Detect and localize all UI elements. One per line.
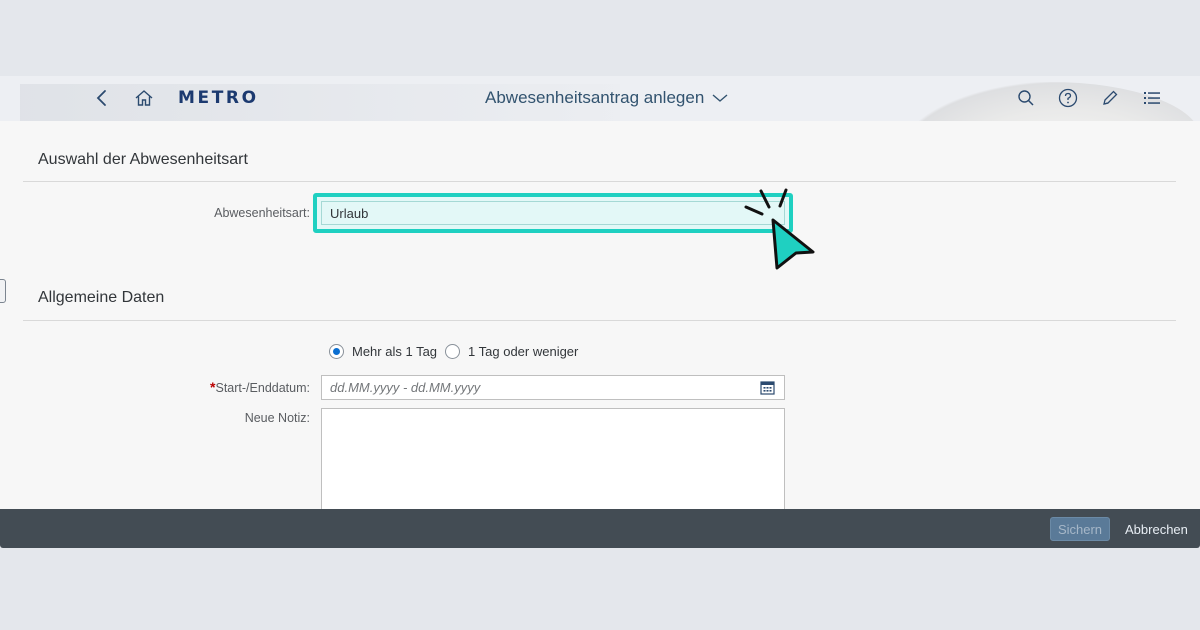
radio-label-one-day-or-less: 1 Tag oder weniger: [468, 344, 579, 359]
metro-logo: METRO: [178, 88, 259, 108]
shell-header: METRO Abwesenheitsantrag anlegen: [0, 76, 1200, 121]
help-icon[interactable]: [1056, 86, 1080, 110]
radio-more-than-one-day[interactable]: [329, 344, 344, 359]
date-range-label-wrap: *Start-/Enddatum:: [150, 379, 310, 395]
pencil-icon[interactable]: [1098, 86, 1122, 110]
duration-radio-group: Mehr als 1 Tag 1 Tag oder weniger: [329, 344, 578, 359]
back-icon[interactable]: [90, 86, 114, 110]
radio-label-more-than-one-day: Mehr als 1 Tag: [352, 344, 438, 359]
search-icon[interactable]: [1014, 86, 1038, 110]
section-divider: [23, 181, 1176, 182]
section-title-general-data: Allgemeine Daten: [38, 289, 165, 306]
section-title-absence-type: Auswahl der Abwesenheitsart: [38, 151, 248, 168]
section-divider: [23, 320, 1176, 321]
app-title: Abwesenheitsantrag anlegen: [485, 88, 705, 107]
cancel-button[interactable]: Abbrechen: [1119, 517, 1194, 541]
absence-type-label: Abwesenheitsart:: [214, 206, 310, 220]
chevron-down-icon: [712, 88, 728, 108]
date-range-label: Start-/Enddatum:: [215, 381, 311, 395]
date-range-placeholder: dd.MM.yyyy - dd.MM.yyyy: [330, 380, 481, 395]
date-range-input[interactable]: dd.MM.yyyy - dd.MM.yyyy: [321, 375, 785, 400]
home-icon[interactable]: [132, 86, 156, 110]
side-panel-handle[interactable]: [0, 279, 6, 303]
absence-type-select[interactable]: Urlaub: [321, 201, 785, 225]
radio-one-day-or-less[interactable]: [445, 344, 461, 359]
list-menu-icon[interactable]: [1140, 86, 1164, 110]
calendar-icon[interactable]: [760, 380, 775, 398]
footer-toolbar: Sichern Abbrechen: [0, 509, 1200, 548]
note-label: Neue Notiz:: [244, 411, 310, 425]
form-content: Auswahl der Abwesenheitsart Abwesenheits…: [0, 121, 1200, 509]
note-textarea[interactable]: [321, 408, 785, 509]
click-pointer-icon: [740, 186, 820, 281]
app-title-dropdown[interactable]: Abwesenheitsantrag anlegen: [485, 88, 728, 108]
absence-type-highlight: Urlaub: [313, 193, 793, 233]
save-button[interactable]: Sichern: [1050, 517, 1110, 541]
